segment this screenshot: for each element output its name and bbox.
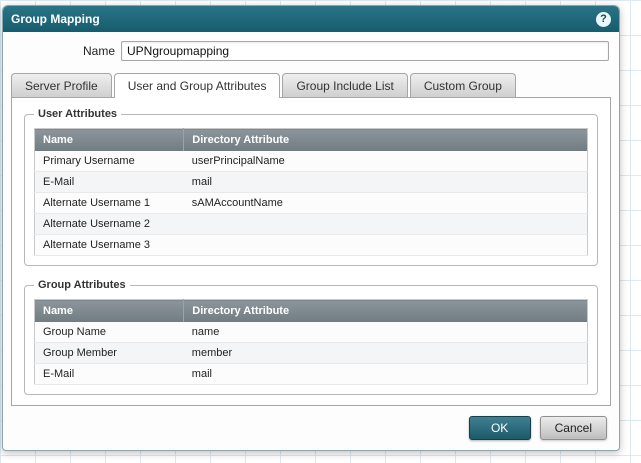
table-header-row: Name Directory Attribute <box>35 300 588 323</box>
user-attributes-legend: User Attributes <box>34 108 121 120</box>
table-row[interactable]: Alternate Username 3 <box>35 235 588 256</box>
name-input[interactable] <box>121 41 609 61</box>
table-row[interactable]: Group Member member <box>35 343 588 364</box>
table-row[interactable]: E-Mail mail <box>35 364 588 385</box>
table-row[interactable]: Group Name name <box>35 322 588 343</box>
tab-strip: Server Profile User and Group Attributes… <box>11 73 611 97</box>
cell-name: Group Member <box>35 343 184 364</box>
group-attributes-group: Group Attributes Name Directory Attribut… <box>24 279 598 395</box>
table-header-row: Name Directory Attribute <box>35 129 588 152</box>
help-icon[interactable]: ? <box>596 12 611 27</box>
cell-directory-attribute <box>184 235 588 256</box>
cell-directory-attribute: member <box>184 343 588 364</box>
column-header-name: Name <box>35 129 184 152</box>
cell-directory-attribute: userPrincipalName <box>184 151 588 172</box>
tab-user-and-group-attributes[interactable]: User and Group Attributes <box>114 73 281 98</box>
dialog-titlebar: Group Mapping ? <box>3 6 619 32</box>
cell-name: E-Mail <box>35 364 184 385</box>
name-label: Name <box>13 44 115 58</box>
user-attributes-group: User Attributes Name Directory Attribute… <box>24 108 598 266</box>
cell-name: Group Name <box>35 322 184 343</box>
table-row[interactable]: Alternate Username 1 sAMAccountName <box>35 193 588 214</box>
cell-name: Primary Username <box>35 151 184 172</box>
cell-directory-attribute: sAMAccountName <box>184 193 588 214</box>
name-row: Name <box>13 41 609 61</box>
tab-custom-group[interactable]: Custom Group <box>410 73 516 97</box>
table-row[interactable]: E-Mail mail <box>35 172 588 193</box>
user-attributes-table: Name Directory Attribute Primary Usernam… <box>34 128 588 256</box>
tab-group-include-list[interactable]: Group Include List <box>282 73 407 97</box>
table-row[interactable]: Alternate Username 2 <box>35 214 588 235</box>
dialog-footer: OK Cancel <box>3 406 619 451</box>
cell-name: Alternate Username 1 <box>35 193 184 214</box>
cell-directory-attribute: mail <box>184 172 588 193</box>
cancel-button[interactable]: Cancel <box>540 416 607 440</box>
column-header-name: Name <box>35 300 184 323</box>
cell-name: Alternate Username 3 <box>35 235 184 256</box>
tab-server-profile[interactable]: Server Profile <box>11 73 112 97</box>
cell-name: E-Mail <box>35 172 184 193</box>
group-attributes-table: Name Directory Attribute Group Name name… <box>34 299 588 385</box>
cell-directory-attribute: mail <box>184 364 588 385</box>
tab-panel: User Attributes Name Directory Attribute… <box>11 97 611 406</box>
column-header-directory-attribute: Directory Attribute <box>184 129 588 152</box>
cell-name: Alternate Username 2 <box>35 214 184 235</box>
cell-directory-attribute <box>184 214 588 235</box>
ok-button[interactable]: OK <box>469 416 531 440</box>
table-row[interactable]: Primary Username userPrincipalName <box>35 151 588 172</box>
group-attributes-legend: Group Attributes <box>34 279 130 291</box>
column-header-directory-attribute: Directory Attribute <box>184 300 588 323</box>
group-mapping-dialog: Group Mapping ? Name Server Profile User… <box>2 5 620 451</box>
dialog-title: Group Mapping <box>11 12 100 26</box>
cell-directory-attribute: name <box>184 322 588 343</box>
